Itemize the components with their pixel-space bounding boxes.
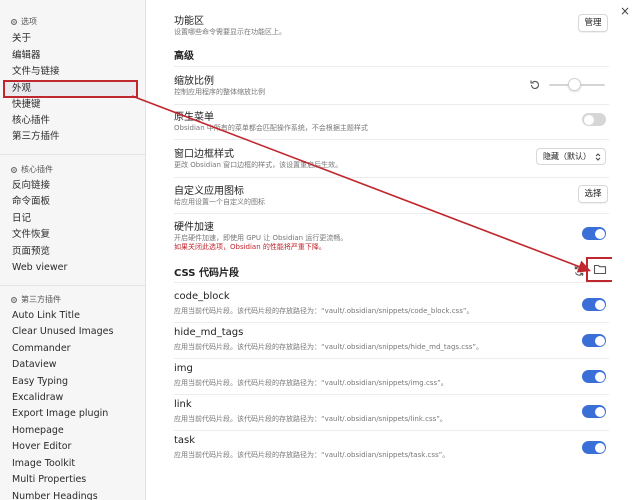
sidebar-item-editor[interactable]: 编辑器 xyxy=(12,49,41,63)
sidebar-item-hotkeys[interactable]: 快捷键 xyxy=(12,98,41,112)
sidebar-item-homepage[interactable]: Homepage xyxy=(12,424,64,438)
sidebar-item-image-toolkit[interactable]: Image Toolkit xyxy=(12,457,75,471)
sidebar-item-web-viewer[interactable]: Web viewer xyxy=(12,261,67,275)
sidebar-item-file-recovery[interactable]: 文件恢复 xyxy=(12,228,50,242)
divider xyxy=(0,154,145,155)
sidebar-item-core-plugins[interactable]: 核心插件 xyxy=(12,114,50,128)
section-label: 选项 xyxy=(21,17,37,26)
setting-title: 功能区 xyxy=(174,16,204,27)
sidebar-item-export-image[interactable]: Export Image plugin xyxy=(12,407,108,421)
choose-icon-button[interactable]: 选择 xyxy=(578,185,608,203)
sidebar-item-auto-link-title[interactable]: Auto Link Title xyxy=(12,309,80,323)
zoom-slider-handle[interactable] xyxy=(568,78,582,91)
snippet-desc: 应用当前代码片段。该代码片段的存放路径为：“vault/.obsidian/sn… xyxy=(174,307,474,315)
section-core-header: 核心插件 xyxy=(10,164,53,175)
hw-accel-toggle[interactable] xyxy=(582,227,606,240)
setting-desc: 给应用设置一个自定义的图标 xyxy=(174,198,265,206)
snippet-toggle-hide-md-tags[interactable] xyxy=(582,334,606,347)
manage-ribbon-button[interactable]: 管理 xyxy=(578,14,608,32)
divider xyxy=(0,285,145,286)
folder-icon xyxy=(593,264,607,275)
setting-title: 硬件加速 xyxy=(174,222,214,233)
setting-title: 原生菜单 xyxy=(174,112,214,123)
sidebar-item-easy-typing[interactable]: Easy Typing xyxy=(12,375,68,389)
snippet-name: img xyxy=(174,363,193,374)
section-label: 核心插件 xyxy=(21,165,53,174)
sidebar-item-appearance[interactable]: 外观 xyxy=(3,80,138,98)
gear-icon xyxy=(11,166,17,173)
sidebar-item-commander[interactable]: Commander xyxy=(12,342,71,356)
sidebar-item-community-plugins[interactable]: 第三方插件 xyxy=(12,130,60,144)
sidebar-item-dataview[interactable]: Dataview xyxy=(12,358,57,372)
frame-style-select[interactable]: 隐藏（默认） xyxy=(536,148,606,165)
sidebar-item-command-palette[interactable]: 命令面板 xyxy=(12,195,50,209)
snippet-desc: 应用当前代码片段。该代码片段的存放路径为：“vault/.obsidian/sn… xyxy=(174,343,484,351)
snippet-toggle-link[interactable] xyxy=(582,405,606,418)
snippet-name: task xyxy=(174,435,196,446)
open-snippets-folder-button[interactable] xyxy=(586,257,614,282)
section-label: 第三方插件 xyxy=(21,295,61,304)
setting-title: 自定义应用图标 xyxy=(174,186,244,197)
close-icon[interactable]: × xyxy=(620,4,630,18)
sidebar-item-files-links[interactable]: 文件与链接 xyxy=(12,65,60,79)
section-options-header: 选项 xyxy=(10,16,37,27)
snippet-name: code_block xyxy=(174,291,230,302)
setting-title: 窗口边框样式 xyxy=(174,149,234,160)
snippet-desc: 应用当前代码片段。该代码片段的存放路径为：“vault/.obsidian/sn… xyxy=(174,379,448,387)
setting-desc: Obsidian 中所有的菜单都会匹配操作系统，不会根据主题样式 xyxy=(174,124,368,132)
settings-sidebar: 选项 关于 编辑器 文件与链接 外观 快捷键 核心插件 第三方插件 核心插件 反… xyxy=(0,0,146,500)
snippet-toggle-task[interactable] xyxy=(582,441,606,454)
chevron-updown-icon xyxy=(595,153,601,161)
sidebar-item-page-preview[interactable]: 页面预览 xyxy=(12,245,50,259)
sidebar-item-hover-editor[interactable]: Hover Editor xyxy=(12,440,71,454)
settings-content: 功能区 设置哪些命令需要显示在功能区上。 管理 高级 缩放比例 控制应用程序的整… xyxy=(146,0,614,500)
setting-desc: 设置哪些命令需要显示在功能区上。 xyxy=(174,28,286,36)
snippet-desc: 应用当前代码片段。该代码片段的存放路径为：“vault/.obsidian/sn… xyxy=(174,451,450,459)
scrollbar[interactable] xyxy=(612,20,616,490)
sidebar-item-about[interactable]: 关于 xyxy=(12,32,31,46)
reload-icon[interactable] xyxy=(572,264,586,278)
sidebar-item-number-headings[interactable]: Number Headings xyxy=(12,490,98,500)
native-menu-toggle[interactable] xyxy=(582,113,606,126)
setting-title: 缩放比例 xyxy=(174,76,214,87)
snippet-name: link xyxy=(174,399,192,410)
setting-desc: 控制应用程序的整体缩放比例 xyxy=(174,88,265,96)
setting-warning: 如果关闭此选项，Obsidian 的性能将严重下降。 xyxy=(174,243,326,251)
reset-icon[interactable] xyxy=(528,78,542,92)
setting-desc: 更改 Obsidian 窗口边框的样式，该设置重启后生效。 xyxy=(174,161,343,169)
sidebar-item-clear-unused-images[interactable]: Clear Unused Images xyxy=(12,325,113,339)
gear-icon xyxy=(11,296,17,303)
snippet-name: hide_md_tags xyxy=(174,327,244,338)
advanced-heading: 高级 xyxy=(174,51,194,62)
snippet-toggle-code-block[interactable] xyxy=(582,298,606,311)
gear-icon xyxy=(11,18,17,25)
snippet-toggle-img[interactable] xyxy=(582,370,606,383)
sidebar-item-excalidraw[interactable]: Excalidraw xyxy=(12,391,63,405)
section-community-header: 第三方插件 xyxy=(10,294,61,305)
select-value: 隐藏（默认） xyxy=(543,152,591,161)
sidebar-item-backlinks[interactable]: 反向链接 xyxy=(12,179,50,193)
snippet-desc: 应用当前代码片段。该代码片段的存放路径为：“vault/.obsidian/sn… xyxy=(174,415,447,423)
css-snippets-heading: CSS 代码片段 xyxy=(174,268,239,279)
sidebar-item-daily-notes[interactable]: 日记 xyxy=(12,212,31,226)
sidebar-item-multi-properties[interactable]: Multi Properties xyxy=(12,473,86,487)
